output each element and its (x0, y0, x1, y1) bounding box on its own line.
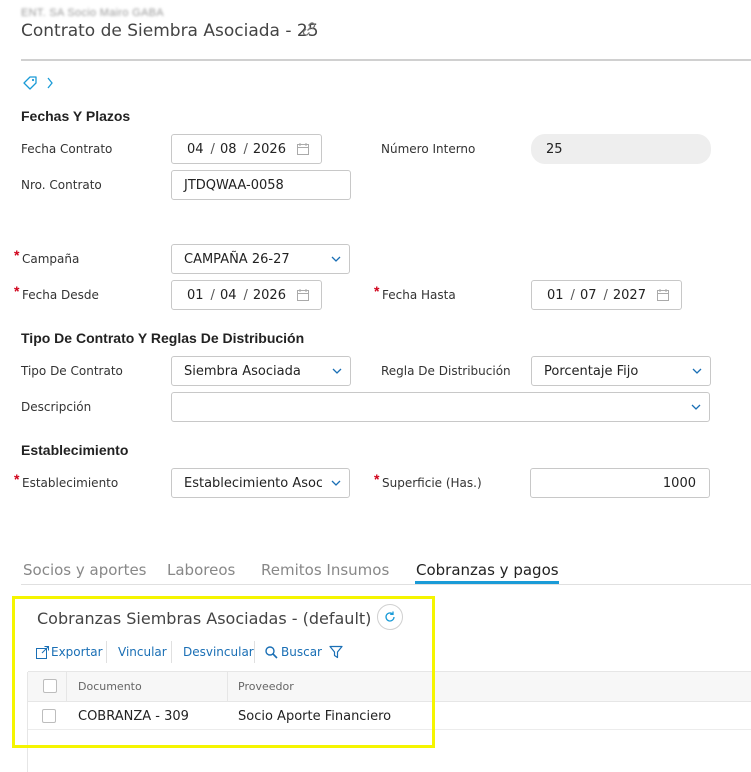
fecha-contrato-input[interactable]: 04/ 08/ 2026 (171, 134, 322, 164)
establecimiento-label: Establecimiento (22, 476, 119, 490)
calendar-icon[interactable] (297, 289, 309, 301)
chevron-down-icon[interactable] (331, 480, 341, 487)
campana-select[interactable]: CAMPAÑA 26-27 (171, 244, 350, 274)
fecha-desde-month[interactable]: 04 (220, 288, 237, 303)
numero-interno-label: Número Interno (381, 142, 476, 156)
superficie-input[interactable]: 1000 (530, 468, 710, 498)
descripcion-label: Descripción (21, 400, 92, 414)
tab-laboreos[interactable]: Laboreos (167, 561, 235, 579)
nro-contrato-input[interactable]: JTDQWAA-0058 (171, 170, 351, 200)
tab-divider (21, 584, 751, 585)
chevron-down-icon[interactable] (691, 404, 701, 411)
section-title-establecimiento: Establecimiento (21, 442, 129, 458)
regla-distribucion-select[interactable]: Porcentaje Fijo (531, 356, 711, 386)
establecimiento-value: Establecimiento Asociac (184, 475, 322, 491)
tab-socios-aportes[interactable]: Socios y aportes (23, 561, 147, 579)
establecimiento-select[interactable]: Establecimiento Asociac (171, 468, 350, 498)
link-icon[interactable] (300, 20, 318, 38)
campana-value: CAMPAÑA 26-27 (184, 251, 290, 267)
required-marker: * (374, 471, 380, 487)
fecha-desde-year[interactable]: 2026 (253, 288, 286, 303)
required-marker: * (374, 283, 380, 299)
regla-distribucion-label: Regla De Distribución (381, 364, 511, 378)
section-title-tipo-contrato: Tipo De Contrato Y Reglas De Distribució… (21, 330, 305, 346)
section-title-fechas: Fechas Y Plazos (21, 108, 131, 124)
tipo-contrato-value: Siembra Asociada (184, 363, 301, 379)
numero-interno-field: 25 (531, 134, 711, 164)
tab-remitos-insumos[interactable]: Remitos Insumos (261, 561, 389, 579)
chevron-right-icon[interactable] (44, 75, 56, 91)
highlight-box (12, 596, 435, 748)
fecha-hasta-month[interactable]: 07 (580, 288, 597, 303)
required-marker: * (14, 247, 20, 263)
fecha-contrato-year[interactable]: 2026 (253, 142, 286, 157)
calendar-icon[interactable] (657, 289, 669, 301)
calendar-icon[interactable] (297, 143, 309, 155)
chevron-down-icon[interactable] (331, 256, 341, 263)
active-tab-indicator (415, 581, 559, 584)
tipo-contrato-label: Tipo De Contrato (21, 364, 123, 378)
fecha-hasta-year[interactable]: 2027 (613, 288, 646, 303)
fecha-desde-label: Fecha Desde (22, 288, 99, 302)
regla-distribucion-value: Porcentaje Fijo (544, 363, 639, 379)
title-divider (21, 59, 751, 61)
page-title: Contrato de Siembra Asociada - 25 (21, 21, 319, 41)
tipo-contrato-select[interactable]: Siembra Asociada (171, 356, 351, 386)
fecha-hasta-label: Fecha Hasta (382, 288, 456, 302)
fecha-desde-input[interactable]: 01/ 04/ 2026 (171, 280, 322, 310)
required-marker: * (14, 283, 20, 299)
required-marker: * (14, 471, 20, 487)
breadcrumb[interactable]: ENT. SA Socio Mairo GABA (21, 7, 164, 19)
fecha-contrato-label: Fecha Contrato (21, 142, 113, 156)
fecha-hasta-input[interactable]: 01/ 07/ 2027 (531, 280, 682, 310)
descripcion-select[interactable] (171, 392, 710, 422)
chevron-down-icon[interactable] (332, 368, 342, 375)
fecha-hasta-day[interactable]: 01 (547, 288, 564, 303)
tab-cobranzas-pagos[interactable]: Cobranzas y pagos (416, 561, 559, 579)
campana-label: Campaña (22, 252, 80, 266)
fecha-desde-day[interactable]: 01 (187, 288, 204, 303)
chevron-down-icon[interactable] (692, 368, 702, 375)
nro-contrato-label: Nro. Contrato (21, 178, 102, 192)
tag-icon[interactable] (22, 75, 38, 91)
superficie-label: Superficie (Has.) (382, 476, 482, 490)
fecha-contrato-day[interactable]: 04 (187, 142, 204, 157)
fecha-contrato-month[interactable]: 08 (220, 142, 237, 157)
